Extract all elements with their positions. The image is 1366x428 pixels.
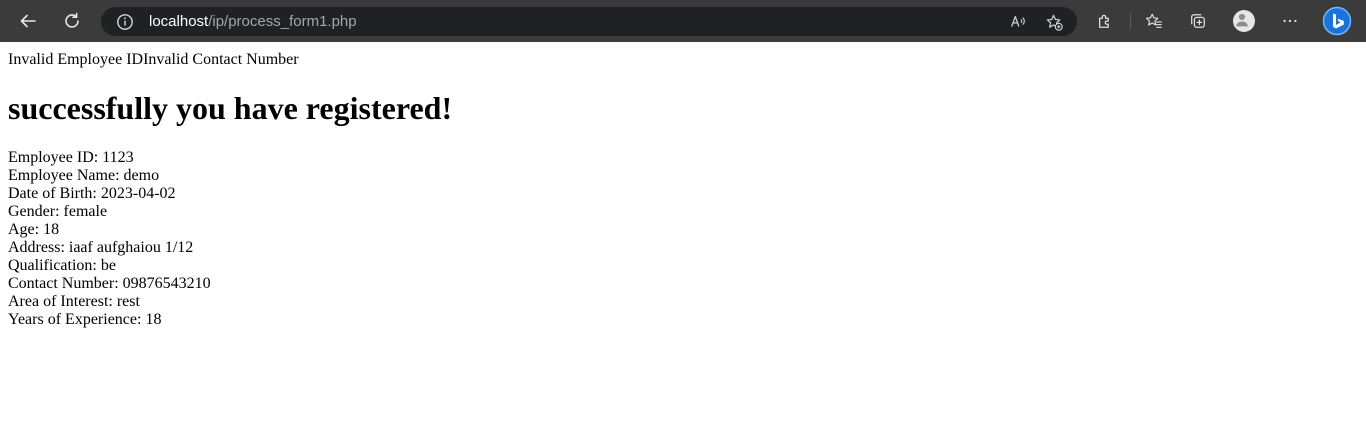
detail-years-of-experience: Years of Experience: 18 [8,311,162,328]
detail-contact-number: Contact Number: 09876543210 [8,275,211,292]
detail-gender: Gender: female [8,203,108,220]
star-plus-icon[interactable] [1043,11,1065,33]
back-arrow-icon[interactable] [12,5,44,37]
info-icon[interactable] [115,12,134,31]
toolbar-separator [1130,13,1131,30]
detail-employee-id: Employee ID: 1123 [8,149,134,166]
detail-qualification: Qualification: be [8,257,116,274]
address-bar[interactable]: localhost/ip/process_form1.php [101,7,1077,36]
detail-age: Age: 18 [8,221,60,238]
detail-employee-name: Employee Name: demo [8,167,160,184]
browser-toolbar: localhost/ip/process_form1.php [0,0,1366,42]
url-text[interactable]: localhost/ip/process_form1.php [149,13,357,30]
error-message: Invalid Employee IDInvalid Contact Numbe… [8,51,299,68]
url-path: /ip/process_form1.php [208,13,357,30]
success-heading: successfully you have registered! [8,90,453,126]
detail-date-of-birth: Date of Birth: 2023-04-02 [8,185,176,202]
page-content: Invalid Employee IDInvalid Contact Numbe… [8,42,1358,329]
collections-icon[interactable] [1182,5,1214,37]
read-aloud-icon[interactable] [1007,11,1029,33]
detail-address: Address: iaaf aufghaiou 1/12 [8,239,194,256]
avatar [1233,10,1255,32]
registration-details: Employee ID: 1123 Employee Name: demo Da… [8,149,1358,329]
url-host: localhost [149,13,209,30]
favorites-icon[interactable] [1138,5,1170,37]
bing-copilot-icon[interactable] [1322,6,1352,36]
reload-icon[interactable] [56,5,88,37]
detail-area-of-interest: Area of Interest: rest [8,293,140,310]
profile-avatar[interactable] [1228,5,1260,37]
more-dots-icon[interactable] [1274,5,1306,37]
puzzle-icon[interactable] [1089,5,1121,37]
